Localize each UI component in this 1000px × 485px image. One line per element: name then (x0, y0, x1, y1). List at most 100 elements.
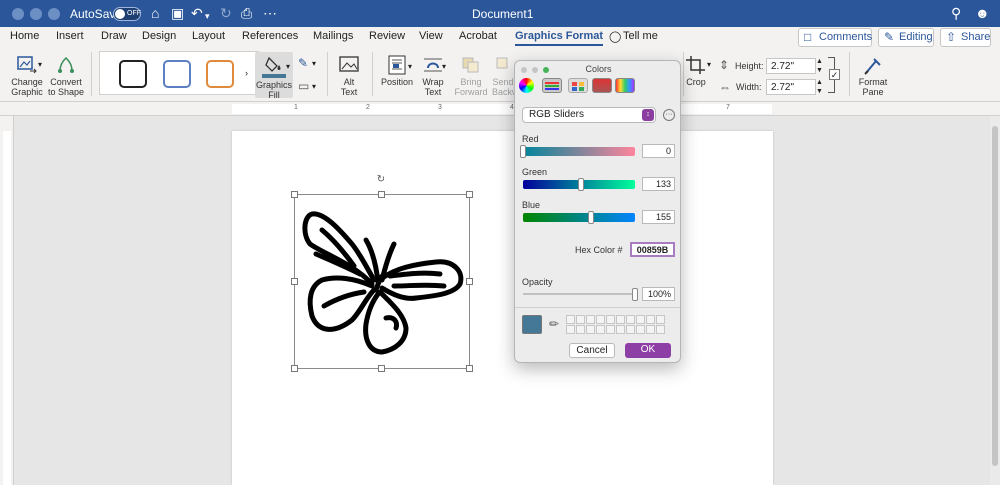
opacity-slider[interactable] (523, 293, 635, 295)
tab-review[interactable]: Review (369, 30, 405, 42)
custom-color-cell[interactable] (576, 315, 585, 324)
tab-insert[interactable]: Insert (56, 30, 84, 42)
redo-icon[interactable]: ↻ (220, 5, 232, 21)
color-wheel-icon[interactable] (519, 78, 534, 93)
width-stepper-icon[interactable]: ▲ ▼ (816, 78, 823, 96)
custom-color-cell[interactable] (616, 315, 625, 324)
custom-color-cell[interactable] (586, 315, 595, 324)
alt-text-button[interactable]: Alt Text (333, 55, 365, 97)
tab-acrobat[interactable]: Acrobat (459, 30, 497, 42)
outline-dropdown-icon[interactable]: ▾ (312, 59, 316, 68)
tab-graphics-format[interactable]: Graphics Format (515, 30, 604, 46)
graphic-style-blue[interactable] (163, 60, 191, 88)
format-pane-button[interactable]: Format Pane (855, 55, 891, 97)
fill-dropdown-icon[interactable]: ▾ (286, 62, 290, 71)
editing-button[interactable]: ✎ Editing (878, 28, 934, 47)
custom-color-cell[interactable] (566, 325, 575, 334)
vertical-scrollbar[interactable] (990, 116, 1000, 485)
custom-color-cell[interactable] (626, 315, 635, 324)
tab-references[interactable]: References (242, 30, 298, 42)
blue-slider-thumb[interactable] (588, 211, 595, 224)
custom-color-cell[interactable] (646, 325, 655, 334)
close-window-button[interactable] (12, 8, 24, 20)
cancel-button[interactable]: Cancel (569, 343, 615, 358)
autosave-toggle[interactable]: OFF (113, 7, 141, 21)
bring-forward-button[interactable]: Bring Forward (453, 55, 489, 97)
scroll-thumb[interactable] (992, 126, 998, 466)
custom-color-cell[interactable] (596, 315, 605, 324)
color-palettes-icon[interactable] (568, 78, 588, 93)
ok-button[interactable]: OK (625, 343, 671, 358)
green-value-input[interactable]: 133 (642, 177, 675, 191)
eyedropper-icon[interactable]: ✏ (549, 317, 559, 331)
gallery-next-icon[interactable]: › (245, 68, 248, 78)
custom-color-cell[interactable] (626, 325, 635, 334)
more-commands-icon[interactable]: ⋯ (263, 5, 277, 21)
width-input[interactable]: 2.72" (766, 79, 816, 95)
custom-color-cell[interactable] (586, 325, 595, 334)
undo-dropdown-icon[interactable]: ▾ (205, 8, 210, 24)
custom-color-cell[interactable] (606, 325, 615, 334)
position-button[interactable]: Position (379, 55, 415, 87)
custom-color-cell[interactable] (616, 325, 625, 334)
home-icon[interactable]: ⌂ (151, 5, 159, 21)
red-slider[interactable] (523, 147, 635, 156)
height-input[interactable]: 2.72" (766, 58, 816, 74)
blue-value-input[interactable]: 155 (642, 210, 675, 224)
custom-color-cell[interactable] (596, 325, 605, 334)
account-icon[interactable]: ☻ (975, 5, 990, 21)
tab-design[interactable]: Design (142, 30, 176, 42)
graphics-outline-icon[interactable]: ✎ (298, 56, 308, 70)
opacity-value-input[interactable]: 100% (642, 287, 675, 301)
custom-color-cell[interactable] (636, 315, 645, 324)
graphic-style-orange[interactable] (206, 60, 234, 88)
position-dropdown-icon[interactable]: ▾ (408, 62, 412, 71)
change-graphic-dropdown-icon[interactable]: ▾ (38, 60, 42, 69)
butterfly-graphic[interactable] (294, 194, 470, 369)
print-icon[interactable]: ⎙ (241, 5, 252, 21)
save-icon[interactable]: ▣ (171, 5, 184, 21)
zoom-window-button[interactable] (48, 8, 60, 20)
graphics-fill-button[interactable]: Graphics Fill (255, 52, 293, 100)
effects-dropdown-icon[interactable]: ▾ (312, 82, 316, 91)
hex-color-input[interactable]: 00859B (630, 242, 675, 257)
undo-icon[interactable]: ↶ (191, 5, 203, 21)
custom-color-cell[interactable] (606, 315, 615, 324)
comments-button[interactable]: □ Comments (798, 28, 872, 47)
convert-to-shape-button[interactable]: Convert to Shape (46, 55, 86, 97)
tab-view[interactable]: View (419, 30, 443, 42)
lock-aspect-checkbox[interactable]: ✓ (829, 69, 840, 80)
opacity-slider-thumb[interactable] (632, 288, 638, 301)
image-palettes-icon[interactable] (592, 78, 612, 93)
share-button[interactable]: ⇧ Share (940, 28, 991, 47)
custom-color-cell[interactable] (636, 325, 645, 334)
crop-dropdown-icon[interactable]: ▾ (707, 60, 711, 69)
more-options-icon[interactable]: ··· (663, 109, 675, 121)
tab-mailings[interactable]: Mailings (313, 30, 353, 42)
wrap-dropdown-icon[interactable]: ▾ (442, 62, 446, 71)
tab-draw[interactable]: Draw (101, 30, 127, 42)
color-sliders-icon[interactable] (542, 78, 562, 93)
blue-slider[interactable] (523, 213, 635, 222)
tab-layout[interactable]: Layout (192, 30, 225, 42)
red-slider-thumb[interactable] (520, 145, 526, 158)
green-slider-thumb[interactable] (578, 178, 585, 191)
send-backward-button[interactable]: Send Backw (492, 55, 514, 97)
custom-color-cell[interactable] (656, 325, 665, 334)
tab-home[interactable]: Home (10, 30, 39, 42)
custom-color-cell[interactable] (646, 315, 655, 324)
custom-color-cell[interactable] (566, 315, 575, 324)
custom-color-cell[interactable] (576, 325, 585, 334)
current-color-well[interactable] (522, 315, 542, 334)
crayons-icon[interactable] (615, 78, 635, 93)
graphic-style-black[interactable] (119, 60, 147, 88)
graphics-effects-icon[interactable]: ▭ (298, 79, 309, 93)
minimize-window-button[interactable] (30, 8, 42, 20)
tab-tell-me[interactable]: Tell me (623, 30, 658, 42)
color-mode-select[interactable]: RGB Sliders ↕ (522, 107, 656, 123)
red-value-input[interactable]: 0 (642, 144, 675, 158)
search-icon[interactable]: ⚲ (951, 5, 961, 21)
height-stepper-icon[interactable]: ▲ ▼ (816, 57, 823, 75)
custom-color-cell[interactable] (656, 315, 665, 324)
rotate-handle-icon[interactable]: ↻ (376, 175, 386, 185)
